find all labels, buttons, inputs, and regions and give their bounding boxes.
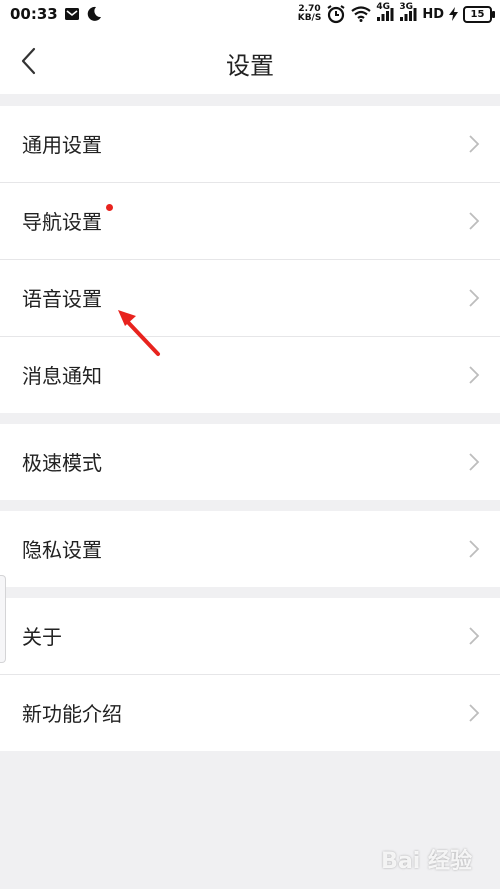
row-general-settings[interactable]: 通用设置 xyxy=(0,106,500,183)
row-label: 消息通知 xyxy=(22,364,102,388)
row-new-features[interactable]: 新功能介绍 xyxy=(0,675,500,751)
settings-group-speed: 极速模式 xyxy=(0,424,500,500)
annotation-arrow-icon xyxy=(118,310,160,356)
settings-group-general: 通用设置 导航设置 语音设置 消息通知 xyxy=(0,106,500,413)
status-bar: 00:33 2.70 KB/S 4G 3G HD 15 xyxy=(0,0,500,30)
signal-4g: 4G xyxy=(376,2,394,22)
row-label: 极速模式 xyxy=(22,451,102,475)
wifi-icon xyxy=(351,6,372,22)
row-privacy-settings[interactable]: 隐私设置 xyxy=(0,511,500,587)
row-voice-settings[interactable]: 语音设置 xyxy=(0,260,500,337)
signal-3g-label: 3G xyxy=(399,2,413,12)
chevron-right-icon xyxy=(469,135,480,153)
moon-icon xyxy=(87,6,101,21)
row-navigation-settings[interactable]: 导航设置 xyxy=(0,183,500,260)
chevron-right-icon xyxy=(469,366,480,384)
net-speed-unit: KB/S xyxy=(297,13,322,23)
new-badge-dot xyxy=(106,204,113,211)
row-label: 新功能介绍 xyxy=(22,702,122,726)
hd-badge: HD xyxy=(422,6,444,22)
watermark-logo: Bai 经验 xyxy=(381,849,472,874)
row-label: 导航设置 xyxy=(22,210,102,234)
row-label: 通用设置 xyxy=(22,133,102,157)
row-label: 关于 xyxy=(22,625,62,649)
status-left: 00:33 xyxy=(10,5,102,23)
chevron-right-icon xyxy=(469,289,480,307)
battery-indicator: 15 xyxy=(463,5,495,23)
row-message-notifications[interactable]: 消息通知 xyxy=(0,337,500,413)
chevron-right-icon xyxy=(469,453,480,471)
row-speed-mode[interactable]: 极速模式 xyxy=(0,424,500,500)
net-speed: 2.70 KB/S xyxy=(298,5,322,23)
settings-group-about: 关于 新功能介绍 xyxy=(0,598,500,751)
clock: 00:33 xyxy=(10,5,58,23)
chevron-right-icon xyxy=(469,212,480,230)
page-title: 设置 xyxy=(226,52,274,80)
row-label: 隐私设置 xyxy=(22,538,102,562)
message-icon xyxy=(64,8,79,20)
nav-bar: 设置 xyxy=(0,30,500,94)
row-label: 语音设置 xyxy=(22,287,102,311)
row-about[interactable]: 关于 xyxy=(0,598,500,675)
chevron-right-icon xyxy=(469,627,480,645)
settings-group-privacy: 隐私设置 xyxy=(0,511,500,587)
status-right: 2.70 KB/S 4G 3G HD 15 xyxy=(298,2,495,24)
signal-4g-label: 4G xyxy=(376,2,390,12)
chevron-right-icon xyxy=(469,704,480,722)
signal-3g: 3G xyxy=(399,2,417,22)
chevron-right-icon xyxy=(469,540,480,558)
charging-icon xyxy=(449,7,458,21)
alarm-icon xyxy=(327,5,345,24)
edge-drawer-handle[interactable] xyxy=(0,575,6,663)
